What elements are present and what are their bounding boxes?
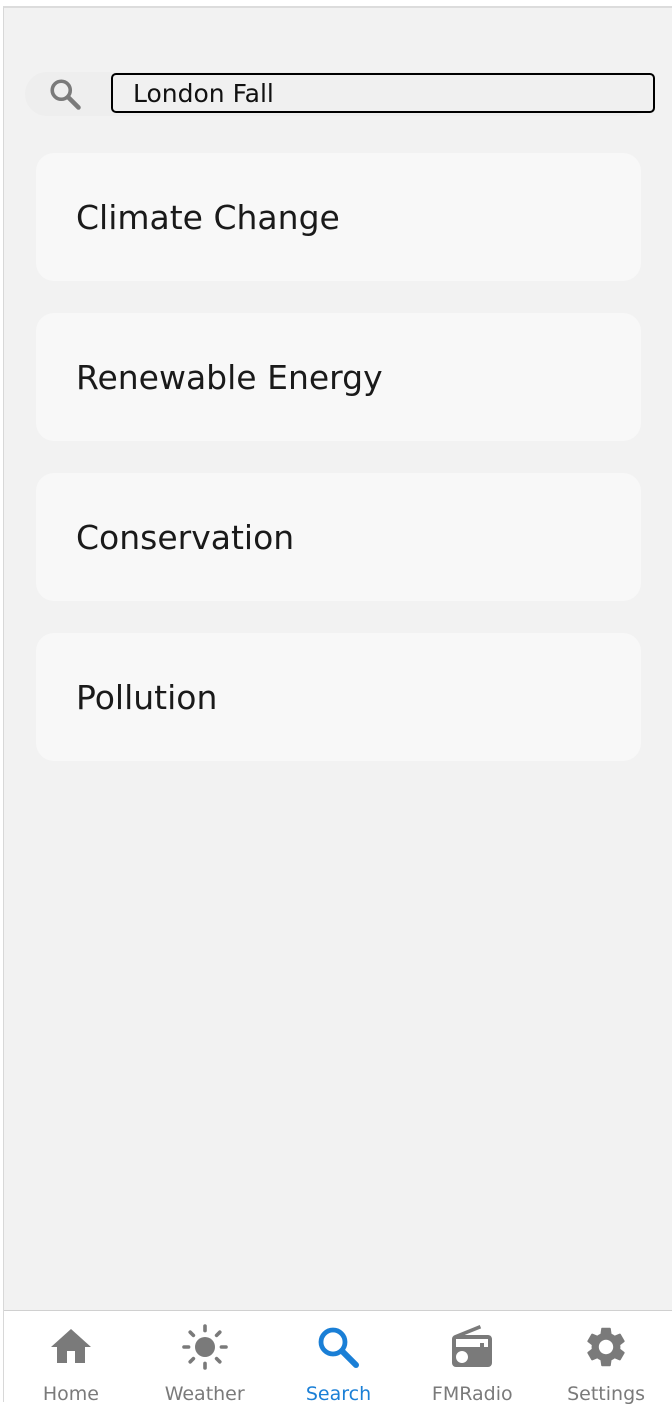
tab-settings[interactable]: Settings [539, 1311, 672, 1405]
radio-icon [448, 1323, 496, 1371]
bottom-tab-bar: Home Weather Search FMRadio Settings [4, 1310, 672, 1405]
gear-icon [582, 1323, 630, 1371]
tab-weather[interactable]: Weather [138, 1311, 272, 1405]
search-icon [314, 1323, 362, 1371]
search-icon[interactable] [47, 76, 83, 112]
topic-card-climate-change[interactable]: Climate Change [36, 153, 641, 281]
search-input[interactable] [111, 73, 655, 113]
home-icon [47, 1323, 95, 1371]
sun-icon [181, 1323, 229, 1371]
topic-label: Pollution [76, 677, 218, 717]
topic-card-conservation[interactable]: Conservation [36, 473, 641, 601]
app-screen: Climate Change Renewable Energy Conserva… [3, 6, 672, 1405]
topic-label: Climate Change [76, 197, 340, 237]
tab-search[interactable]: Search [272, 1311, 406, 1405]
topic-label: Renewable Energy [76, 357, 383, 397]
topic-card-renewable-energy[interactable]: Renewable Energy [36, 313, 641, 441]
topic-card-pollution[interactable]: Pollution [36, 633, 641, 761]
tab-fmradio[interactable]: FMRadio [405, 1311, 539, 1405]
search-bar [25, 72, 655, 116]
topic-list: Climate Change Renewable Energy Conserva… [36, 153, 641, 793]
tab-home[interactable]: Home [4, 1311, 138, 1405]
topic-label: Conservation [76, 517, 295, 557]
